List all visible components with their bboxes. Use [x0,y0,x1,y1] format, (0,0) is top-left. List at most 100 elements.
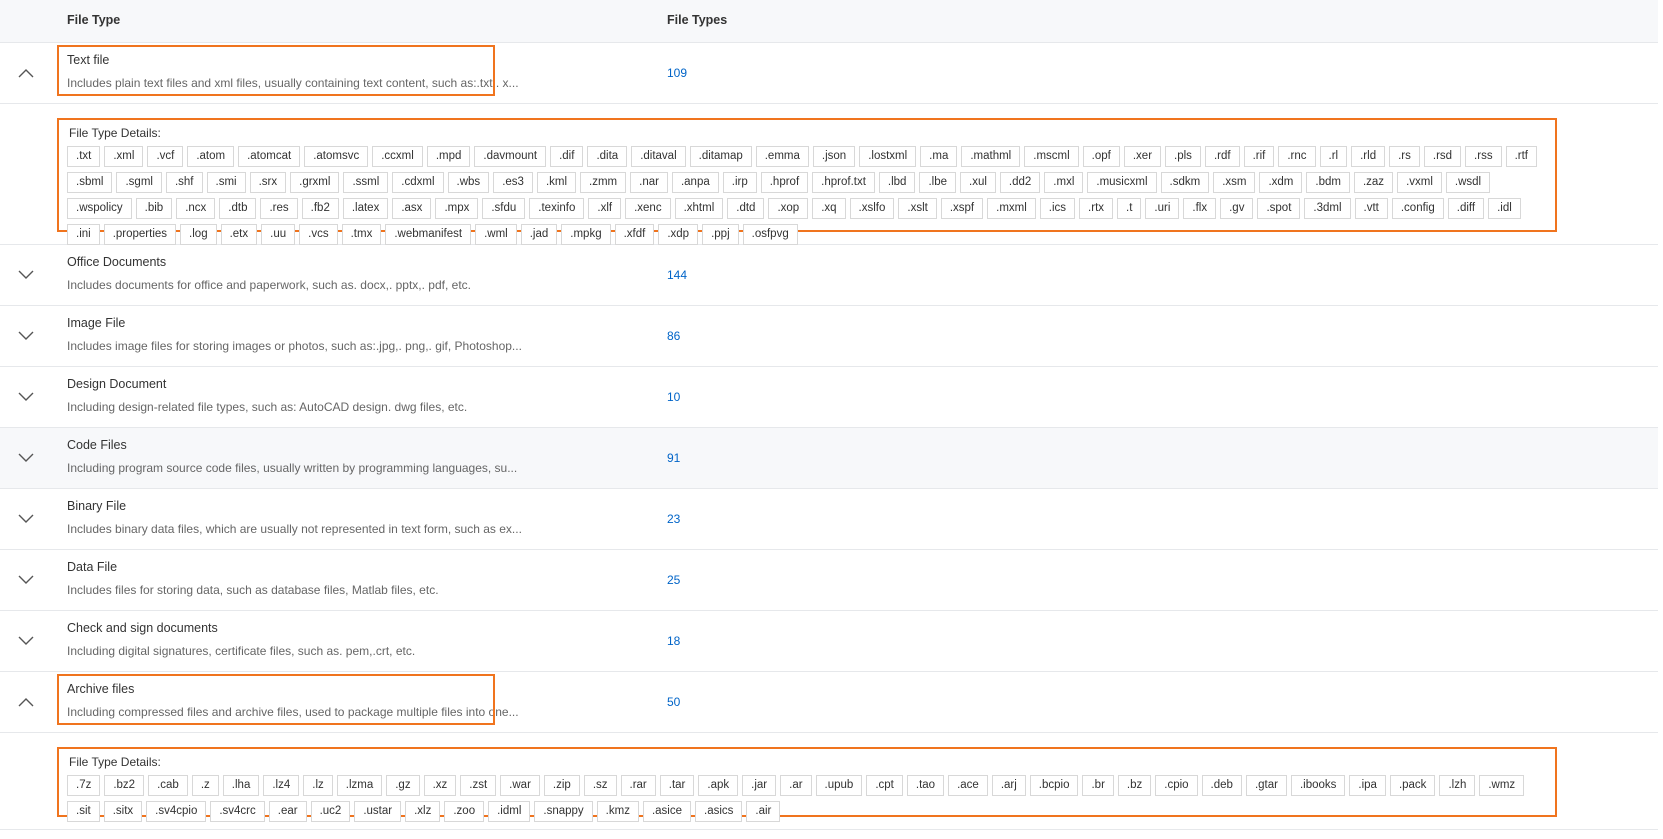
file-type-count-link[interactable]: 86 [667,329,680,343]
file-type-count-link[interactable]: 109 [667,66,687,80]
table-row[interactable]: Data File Includes files for storing data… [0,550,1658,611]
file-type-count-link[interactable]: 144 [667,268,687,282]
extension-tag: .3dml [1304,198,1351,219]
table-row[interactable]: Binary File Includes binary data files, w… [0,489,1658,550]
extension-tag: .jad [520,224,558,245]
extension-tag: .tao [906,775,945,796]
extension-tag: .pack [1389,775,1436,796]
extension-tag-list: .7z .bz2 .cab .z .lha .lz4 .lz .lzma .gz .xz .zst.… [67,775,1547,822]
extension-tag: .ma [920,146,958,167]
extension-tag: .xml [104,146,144,167]
table-row[interactable]: Office Documents Includes documents for o… [0,245,1658,306]
file-type-count-link[interactable]: 10 [667,390,680,404]
file-type-title: Binary File [67,499,127,513]
file-type-description: Includes files for storing data, such as… [67,583,439,597]
file-type-details-panel: File Type Details: .7z .bz2 .cab .z .lha .lz4.… [0,733,1658,830]
extension-tag: .mpd [426,146,471,167]
file-type-count-link[interactable]: 91 [667,451,680,465]
extension-tag: .xul [960,172,996,193]
extension-tag: .atomcat [238,146,301,167]
extension-tag: .zip [543,775,580,796]
details-label: File Type Details: [69,755,161,769]
file-type-title: Office Documents [67,255,167,269]
extension-tag: .smi [206,172,246,193]
extension-tag: .hprof [760,172,809,193]
extension-tag: .sdkm [1160,172,1210,193]
table-row[interactable]: Text file Includes plain text files and x… [0,43,1658,104]
extension-tag: .xdm [1259,172,1303,193]
extension-tag: .hprof.txt [812,172,875,193]
file-type-description: Including digital signatures, certificat… [67,644,416,658]
file-type-count-link[interactable]: 23 [667,512,680,526]
chevron-down-icon[interactable] [16,328,36,344]
chevron-down-icon[interactable] [16,572,36,588]
extension-tag: .res [260,198,298,219]
table-row[interactable]: Code Files Including program source code … [0,428,1658,489]
extension-tag: .mathml [961,146,1021,167]
extension-tag: .kml [536,172,577,193]
extension-tag: .mxml [987,198,1036,219]
extension-tag: .ditaval [631,146,686,167]
extension-tag: .gtar [1245,775,1287,796]
extension-tag: .xfdf [614,224,655,245]
extension-tag: .anpa [671,172,719,193]
table-row[interactable]: Check and sign documents Including digita… [0,611,1658,672]
chevron-up-icon[interactable] [16,694,36,710]
extension-tag: .ccxml [372,146,423,167]
extension-tag: .fb2 [301,198,339,219]
extension-tag: .zst [460,775,497,796]
extension-tag: .xspf [940,198,984,219]
extension-tag: .lz [303,775,333,796]
extension-tag: .ustar [354,801,402,822]
extension-tag: .xop [768,198,809,219]
extension-tag: .wbs [447,172,490,193]
extension-tag: .atomsvc [304,146,369,167]
file-type-description: Includes plain text files and xml files,… [67,76,519,90]
extension-tag: .sz [583,775,617,796]
extension-tag: .xq [812,198,846,219]
extension-tag: .grxml [290,172,340,193]
file-type-description: Includes binary data files, which are us… [67,522,522,536]
chevron-down-icon[interactable] [16,267,36,283]
file-type-title: Check and sign documents [67,621,218,635]
extension-tag: .spot [1257,198,1301,219]
file-type-count-link[interactable]: 50 [667,695,680,709]
file-type-description: Including program source code files, usu… [67,461,518,475]
file-type-title: Design Document [67,377,167,391]
file-type-title: Code Files [67,438,127,452]
extension-tag: .bdm [1306,172,1350,193]
extension-tag: .xhtml [674,198,724,219]
chevron-down-icon[interactable] [16,389,36,405]
extension-tag: .deb [1201,775,1242,796]
file-type-count-link[interactable]: 18 [667,634,680,648]
extension-tag: .rl [1319,146,1348,167]
table-row[interactable]: Image File Includes image files for stori… [0,306,1658,367]
extension-tag: .rtx [1079,198,1114,219]
extension-tag: .vcs [299,224,338,245]
extension-tag: .ear [268,801,307,822]
chevron-up-icon[interactable] [16,65,36,81]
chevron-down-icon[interactable] [16,633,36,649]
extension-tag: .upub [815,775,863,796]
extension-tag: .log [180,224,217,245]
extension-tag: .wml [475,224,517,245]
extension-tag: .emma [755,146,809,167]
extension-tag: .war [500,775,540,796]
extension-tag: .es3 [493,172,533,193]
extension-tag: .nar [630,172,668,193]
table-row[interactable]: Design Document Including design-related … [0,367,1658,428]
extension-tag: .sitx [103,801,143,822]
extension-tag: .rif [1243,146,1275,167]
extension-tag: .bz2 [104,775,145,796]
table-row[interactable]: Archive files Including compressed files … [0,672,1658,733]
chevron-down-icon[interactable] [16,450,36,466]
extension-tag: .ibooks [1290,775,1346,796]
extension-tag: .webmanifest [385,224,472,245]
file-type-title: Image File [67,316,126,330]
chevron-down-icon[interactable] [16,511,36,527]
extension-tag: .rdf [1204,146,1240,167]
extension-tag: .dita [587,146,628,167]
extension-tag: .musicxml [1087,172,1157,193]
file-type-count-link[interactable]: 25 [667,573,680,587]
extension-tag: .vtt [1354,198,1388,219]
